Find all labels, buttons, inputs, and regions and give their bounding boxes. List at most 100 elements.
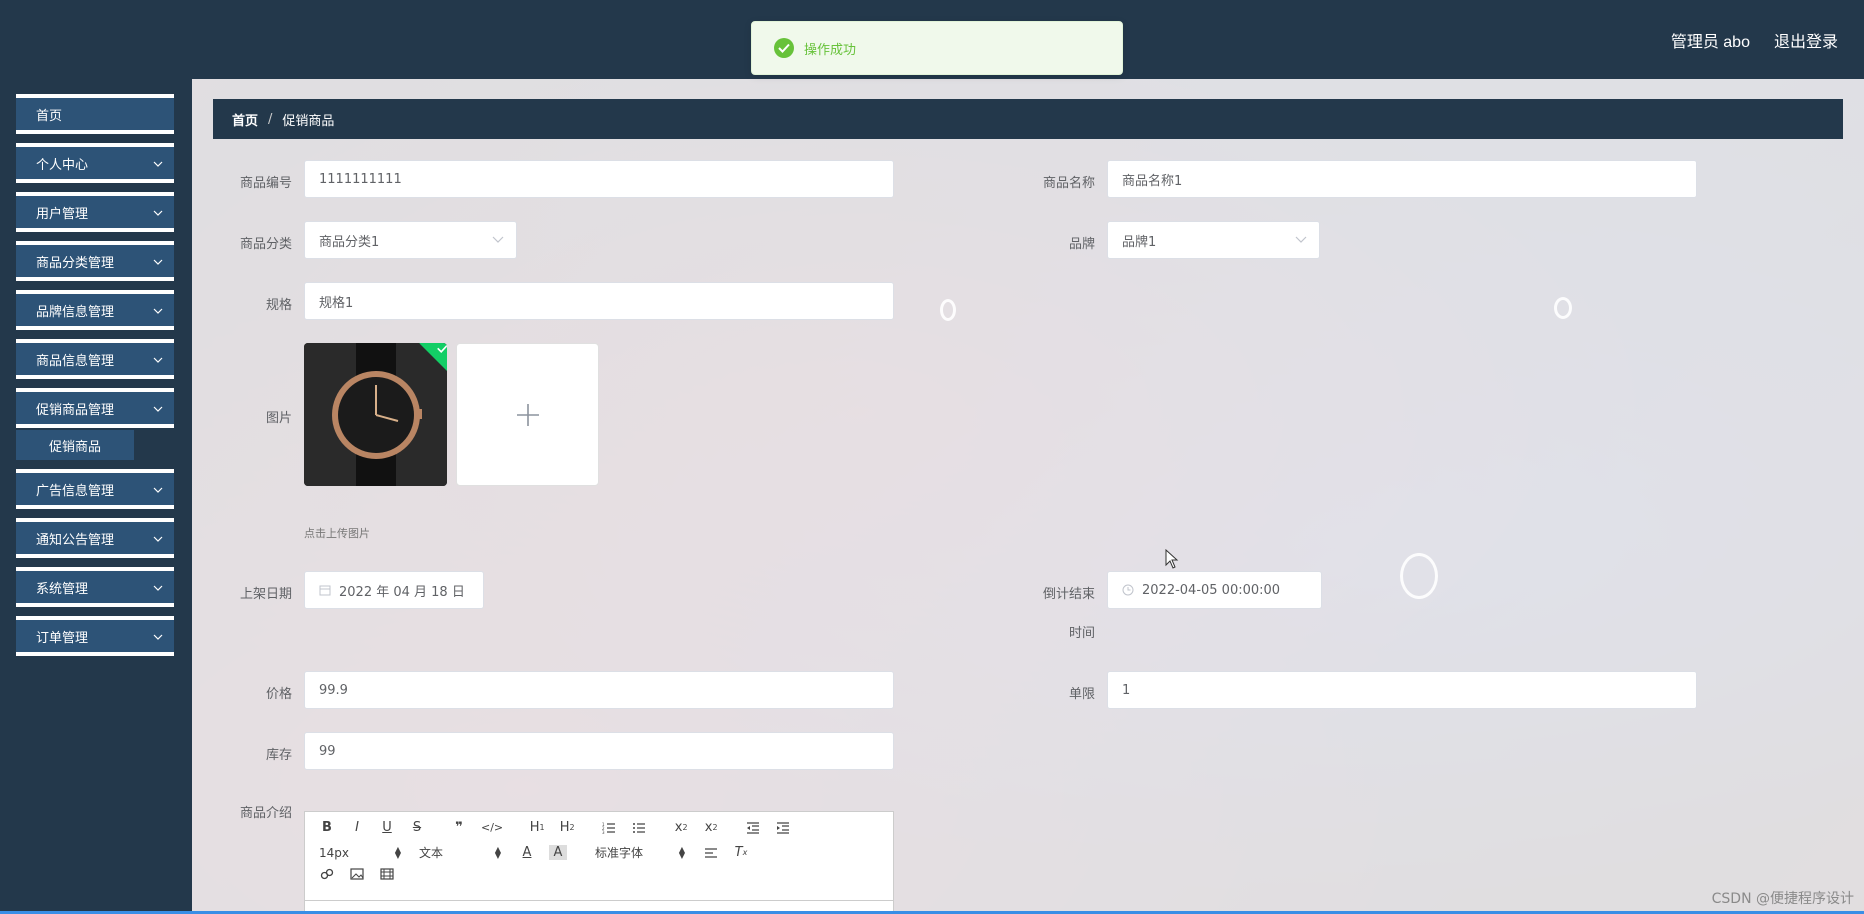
csdn-watermark: CSDN @便捷程序设计 [1711, 891, 1854, 907]
toast-message: 操作成功 [804, 42, 857, 58]
subscript-icon[interactable]: x2 [673, 820, 689, 835]
clear-format-icon[interactable]: Tx [733, 845, 749, 860]
breadcrumb-current: 促销商品 [282, 113, 335, 129]
breadcrumb-home[interactable]: 首页 [232, 110, 258, 129]
sidebar-item-label: 促销商品管理 [36, 402, 115, 418]
logout-button[interactable]: 退出登录 [1774, 28, 1838, 52]
spec-label: 规格 [265, 298, 292, 313]
listing-date-value: 2022 年 04 月 18 日 [339, 584, 465, 600]
font-color-icon[interactable]: A [519, 845, 535, 860]
product-code-input[interactable]: 1111111111 [304, 160, 894, 198]
calendar-icon [319, 584, 331, 596]
limit-value: 1 [1122, 682, 1131, 698]
brand-label: 品牌 [1068, 237, 1095, 252]
sidebar-item-notice-management[interactable]: 通知公告管理 [16, 518, 174, 558]
sidebar-menu: 首页 个人中心 用户管理 商品分类管理 品牌信息管理 商品信息管理 促销商品管理… [0, 79, 192, 914]
product-name-label: 商品名称 [1042, 176, 1095, 191]
limit-input[interactable]: 1 [1107, 671, 1697, 709]
category-label: 商品分类 [239, 237, 292, 252]
chevron-down-icon [153, 210, 163, 216]
sidebar-item-label: 商品分类管理 [36, 255, 115, 271]
font-family-select[interactable]: 标准字体 ▲ ▼ [595, 844, 685, 861]
chevron-down-icon [153, 536, 163, 542]
align-icon[interactable] [703, 847, 719, 859]
ordered-list-icon[interactable]: 123 [601, 822, 617, 834]
check-circle-icon [774, 38, 794, 58]
uploaded-image-thumbnail[interactable] [304, 343, 447, 486]
sidebar-item-label: 订单管理 [36, 630, 89, 646]
listing-date-label: 上架日期 [239, 587, 292, 602]
h2-icon[interactable]: H2 [559, 820, 575, 835]
countdown-end-label-line2: 时间 [1068, 626, 1095, 641]
admin-user-label: 管理员 abo [1670, 34, 1750, 51]
sidebar-item-user-management[interactable]: 用户管理 [16, 192, 174, 232]
main-content: 首页 / 促销商品 商品编号 1111111111 商品名称 商品名称1 商品分… [192, 79, 1864, 914]
product-code-value: 1111111111 [319, 171, 402, 187]
countdown-end-picker[interactable]: 2022-04-05 00:00:00 [1107, 571, 1322, 609]
select-arrows-icon: ▲ ▼ [678, 844, 685, 860]
outdent-icon[interactable] [745, 821, 761, 834]
sidebar-item-personal-center[interactable]: 个人中心 [16, 143, 174, 183]
chevron-down-icon [1295, 236, 1307, 243]
breadcrumb: 首页 / 促销商品 [213, 99, 1843, 139]
chevron-down-icon [492, 236, 504, 243]
price-input[interactable]: 99.9 [304, 671, 894, 709]
category-select[interactable]: 商品分类1 [304, 221, 517, 259]
sidebar-subitem-label: 促销商品 [48, 439, 101, 455]
sidebar-item-category-management[interactable]: 商品分类管理 [16, 241, 174, 281]
video-icon[interactable] [379, 868, 395, 880]
chevron-down-icon [153, 308, 163, 314]
sidebar-item-label: 通知公告管理 [36, 532, 115, 548]
indent-icon[interactable] [775, 821, 791, 834]
superscript-icon[interactable]: x2 [703, 820, 719, 835]
success-toast: 操作成功 [751, 21, 1123, 75]
sidebar-item-brand-management[interactable]: 品牌信息管理 [16, 290, 174, 330]
chevron-down-icon [153, 357, 163, 363]
spec-input[interactable]: 规格1 [304, 282, 894, 320]
blockquote-icon[interactable]: ❞ [451, 820, 467, 835]
bold-icon[interactable]: B [319, 820, 335, 835]
sidebar-item-home[interactable]: 首页 [16, 94, 174, 134]
rich-text-editor[interactable]: B I U S ❞ </> H1 H2 123 x2 x2 14px ▲ ▼ 文… [304, 811, 894, 914]
image-icon[interactable] [349, 868, 365, 880]
italic-icon[interactable]: I [349, 820, 365, 835]
underline-icon[interactable]: U [379, 820, 395, 835]
text-style-value: 文本 [419, 846, 444, 860]
font-size-select[interactable]: 14px ▲ ▼ [319, 844, 401, 860]
h1-icon[interactable]: H1 [529, 820, 545, 835]
chevron-down-icon [153, 585, 163, 591]
product-code-label: 商品编号 [239, 176, 292, 191]
strike-icon[interactable]: S [409, 820, 425, 835]
stock-value: 99 [319, 743, 336, 759]
link-icon[interactable] [319, 868, 335, 880]
sidebar-item-system-management[interactable]: 系统管理 [16, 567, 174, 607]
stock-input[interactable]: 99 [304, 732, 894, 770]
decor-ring [1554, 297, 1572, 319]
select-arrows-icon: ▲ ▼ [394, 844, 401, 860]
header-user-area: 管理员 abo 退出登录 [1671, 28, 1838, 52]
sidebar-item-promotion-management[interactable]: 促销商品管理 [16, 388, 174, 428]
code-icon[interactable]: </> [481, 821, 503, 834]
category-value: 商品分类1 [319, 234, 380, 250]
sidebar-item-label: 首页 [36, 108, 63, 124]
background-color-icon[interactable]: A [549, 845, 567, 860]
brand-select[interactable]: 品牌1 [1107, 221, 1320, 259]
bullet-list-icon[interactable] [631, 822, 647, 834]
upload-hint: 点击上传图片 [304, 527, 370, 540]
chevron-down-icon [153, 487, 163, 493]
countdown-end-label-line1: 倒计结束 [1042, 587, 1095, 602]
text-style-select[interactable]: 文本 ▲ ▼ [419, 844, 501, 861]
product-name-input[interactable]: 商品名称1 [1107, 160, 1697, 198]
sidebar-item-order-management[interactable]: 订单管理 [16, 616, 174, 656]
sidebar-item-ad-management[interactable]: 广告信息管理 [16, 469, 174, 509]
background-overlay [192, 79, 1864, 914]
listing-date-picker[interactable]: 2022 年 04 月 18 日 [304, 571, 484, 609]
sidebar-item-label: 商品信息管理 [36, 353, 115, 369]
sidebar-subitem-promotion-products[interactable]: 促销商品 [16, 430, 134, 460]
sidebar-item-product-management[interactable]: 商品信息管理 [16, 339, 174, 379]
description-label: 商品介绍 [239, 806, 292, 821]
product-name-value: 商品名称1 [1122, 173, 1183, 189]
upload-add-button[interactable] [456, 343, 599, 486]
breadcrumb-separator: / [268, 111, 273, 127]
plus-icon [516, 403, 539, 426]
